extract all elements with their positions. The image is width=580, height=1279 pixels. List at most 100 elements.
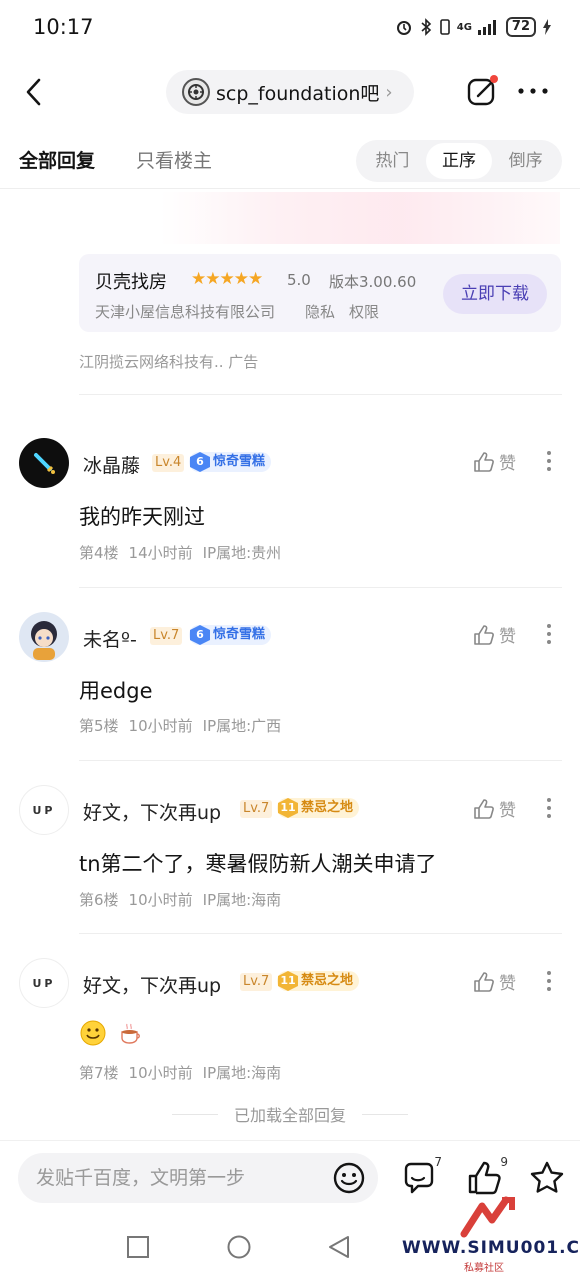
- reply-meta: 第4楼 14小时前 IP属地:贵州: [79, 542, 291, 563]
- forum-name: scp_foundation吧: [216, 82, 380, 105]
- more-vertical-icon[interactable]: [542, 622, 556, 646]
- loaded-all-text: 已加载全部回复: [233, 1106, 346, 1125]
- avatar[interactable]: UP: [19, 785, 69, 835]
- floor-number: 第4楼: [79, 544, 119, 562]
- reply-time: 10小时前: [128, 891, 193, 909]
- like-button[interactable]: 赞: [473, 622, 516, 647]
- level-badge: Lv.7: [150, 627, 183, 645]
- chevron-right-icon: ›: [385, 81, 393, 103]
- reply-meta: 第7楼 10小时前 IP属地:海南: [79, 1062, 291, 1083]
- vibrate-icon: [439, 19, 450, 35]
- sort-hot[interactable]: 热门: [359, 143, 426, 179]
- thumbs-up-icon: [468, 1161, 501, 1195]
- like-button[interactable]: 赞: [473, 449, 516, 474]
- ad-rating: 5.0: [287, 271, 311, 289]
- ad-privacy-link[interactable]: 隐私: [305, 301, 335, 322]
- badge-name: 禁忌之地: [301, 800, 354, 815]
- reply-time: 10小时前: [128, 1064, 193, 1082]
- like-post-button[interactable]: 9: [466, 1155, 508, 1199]
- divider: [79, 760, 562, 761]
- recent-apps-icon[interactable]: [125, 1234, 151, 1260]
- level-badge: Lv.4: [152, 454, 185, 472]
- thumbs-up-icon: [474, 798, 494, 819]
- like-button[interactable]: 赞: [473, 969, 516, 994]
- back-nav-icon[interactable]: [326, 1234, 352, 1260]
- fan-badge: 6 惊奇雪糕: [189, 625, 272, 645]
- avatar[interactable]: [19, 438, 69, 488]
- back-icon[interactable]: [20, 74, 50, 110]
- username[interactable]: 好文，下次再up: [83, 971, 221, 998]
- reply-time: 14小时前: [128, 544, 193, 562]
- reply-placeholder: 发贴千百度，文明第一步: [36, 1167, 246, 1189]
- avatar[interactable]: [19, 612, 69, 662]
- comment-button[interactable]: 7: [400, 1155, 442, 1199]
- more-vertical-icon[interactable]: [542, 449, 556, 473]
- reply-content: [79, 1019, 145, 1047]
- sort-descending[interactable]: 倒序: [492, 143, 559, 179]
- username[interactable]: 冰晶藤: [83, 451, 140, 478]
- sword-avatar-icon: [34, 453, 55, 474]
- sort-ascending[interactable]: 正序: [425, 143, 493, 179]
- bluetooth-icon: [421, 18, 431, 36]
- thumbs-up-icon: [474, 971, 494, 992]
- comment-count: 7: [434, 1155, 442, 1169]
- more-vertical-icon[interactable]: [542, 969, 556, 993]
- forum-link[interactable]: scp_foundation吧 ›: [166, 70, 414, 114]
- username[interactable]: 好文，下次再up: [83, 798, 221, 825]
- edit-post-icon[interactable]: [466, 74, 500, 108]
- tea-emoji-icon: [121, 1023, 140, 1044]
- reply-input[interactable]: 发贴千百度，文明第一步: [18, 1153, 378, 1203]
- tab-owner-only[interactable]: 只看楼主: [136, 146, 212, 173]
- watermark-subtitle: 私募社区: [464, 1263, 504, 1274]
- like-button[interactable]: 赞: [473, 796, 516, 821]
- more-icon[interactable]: [516, 76, 550, 106]
- reply-time: 10小时前: [128, 717, 193, 735]
- forum-avatar-icon: [182, 78, 210, 106]
- status-time: 10:17: [33, 15, 94, 39]
- ad-stars: ★★★★★: [191, 269, 263, 289]
- username[interactable]: 未名º-: [83, 625, 137, 652]
- reply-content: tn第二个了，寒暑假防新人潮关申请了: [79, 852, 437, 876]
- thumbs-up-icon: [474, 451, 494, 472]
- top-nav: scp_foundation吧 ›: [0, 60, 580, 124]
- star-icon: [530, 1161, 564, 1193]
- charging-icon: [543, 19, 551, 35]
- divider: [362, 1114, 408, 1115]
- level-badge: Lv.7: [240, 800, 273, 818]
- badge-number: 11: [278, 798, 298, 818]
- like-label: 赞: [499, 801, 516, 821]
- ip-location: IP属地:广西: [202, 717, 282, 735]
- divider: [79, 394, 562, 395]
- ad-banner-image[interactable]: [160, 192, 560, 244]
- ad-download-button[interactable]: 立即下载: [443, 274, 547, 314]
- ad-company: 天津小屋信息科技有限公司: [95, 303, 276, 321]
- level-badge: Lv.7: [240, 973, 273, 991]
- status-bar: 10:17 4G 72: [0, 0, 580, 56]
- emoji-icon[interactable]: [332, 1161, 366, 1195]
- like-count: 9: [500, 1155, 508, 1169]
- badge-number: 11: [278, 971, 298, 991]
- comment-icon: [404, 1162, 434, 1194]
- ad-version: 版本3.00.60: [329, 273, 417, 291]
- ad-card[interactable]: 贝壳找房 ★★★★★ 5.0 版本3.00.60 天津小屋信息科技有限公司 隐私…: [79, 254, 561, 332]
- like-label: 赞: [499, 454, 516, 474]
- ip-location: IP属地:海南: [202, 891, 282, 909]
- tab-all-replies[interactable]: 全部回复: [19, 146, 95, 173]
- avatar[interactable]: UP: [19, 958, 69, 1008]
- watermark-logo-icon: [460, 1196, 515, 1238]
- thumbs-up-icon: [474, 624, 494, 645]
- divider: [0, 188, 580, 189]
- home-icon[interactable]: [226, 1234, 252, 1260]
- like-label: 赞: [499, 974, 516, 994]
- favorite-button[interactable]: [528, 1159, 568, 1199]
- reply-meta: 第5楼 10小时前 IP属地:广西: [79, 715, 291, 736]
- watermark-text: WWW.SIMU001.CN: [402, 1238, 580, 1258]
- ad-permissions-link[interactable]: 权限: [349, 301, 379, 322]
- ad-source: 江阴揽云网络科技有.. 广告: [79, 353, 259, 371]
- badge-name: 禁忌之地: [301, 973, 354, 988]
- more-vertical-icon[interactable]: [542, 796, 556, 820]
- signal-icon: [477, 20, 496, 35]
- reply-content: 用edge: [79, 679, 153, 703]
- floor-number: 第6楼: [79, 891, 119, 909]
- battery-indicator: 72: [505, 17, 536, 37]
